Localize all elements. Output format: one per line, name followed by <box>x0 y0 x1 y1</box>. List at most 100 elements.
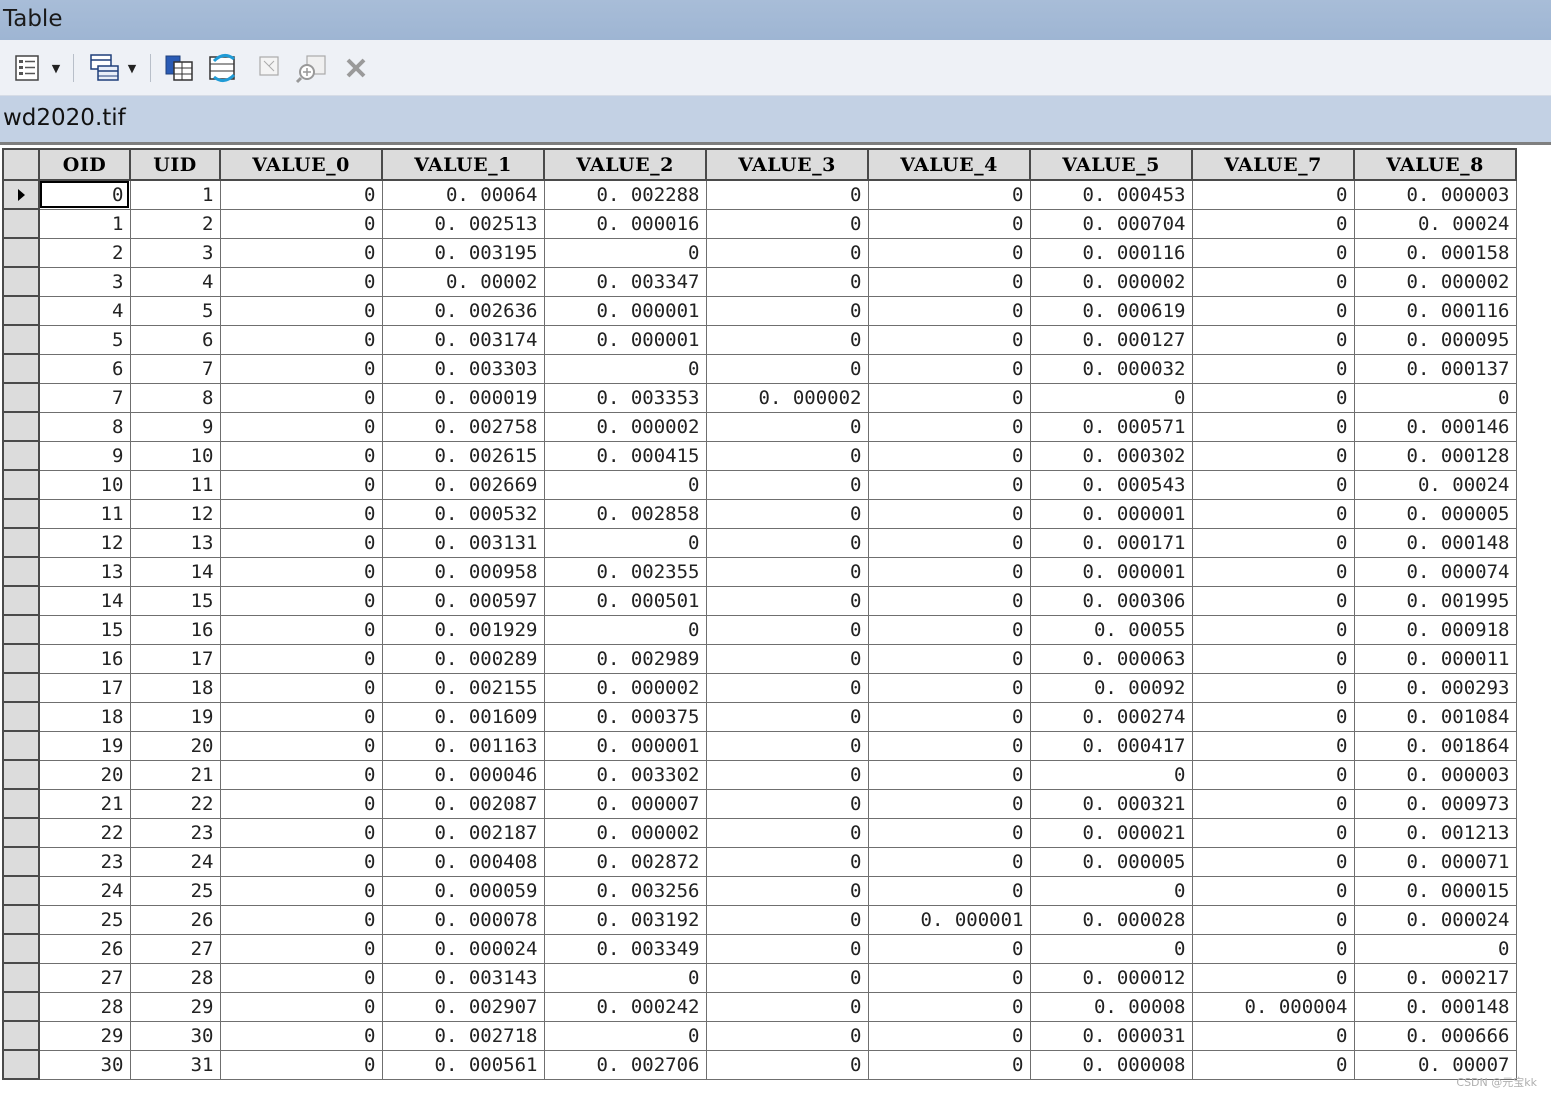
table-cell[interactable]: 0. 00064 <box>381 179 545 210</box>
table-cell[interactable]: 0 <box>705 846 869 877</box>
clear-selection-button[interactable] <box>252 50 286 86</box>
table-cell[interactable]: 0. 000001 <box>543 295 707 326</box>
table-cell[interactable]: 0. 000031 <box>1029 1020 1193 1051</box>
table-cell[interactable]: 0 <box>705 991 869 1022</box>
table-cell[interactable]: 10 <box>38 469 131 500</box>
table-row[interactable]: 23 24 0 0. 000408 0. 002872 0 0 0. 000005 0 0. 00… <box>2 846 1517 877</box>
table-cell[interactable]: 0. 000116 <box>1353 295 1517 326</box>
table-cell[interactable]: 0 <box>543 1020 707 1051</box>
table-cell[interactable]: 0. 002087 <box>381 788 545 819</box>
table-cell[interactable]: 0 <box>867 556 1031 587</box>
table-cell[interactable]: 0. 000002 <box>1353 266 1517 297</box>
table-cell[interactable]: 2 <box>129 208 221 239</box>
table-cell[interactable]: 0. 000019 <box>381 382 545 413</box>
table-cell[interactable]: 0 <box>705 179 869 210</box>
table-cell[interactable]: 0 <box>705 962 869 993</box>
table-cell[interactable]: 0. 002288 <box>543 179 707 210</box>
table-cell[interactable]: 0. 001163 <box>381 730 545 761</box>
table-cell[interactable]: 0 <box>1191 179 1355 210</box>
table-cell[interactable]: 0. 002636 <box>381 295 545 326</box>
table-cell[interactable]: 0. 000046 <box>381 759 545 790</box>
table-cell[interactable]: 0 <box>705 614 869 645</box>
table-cell[interactable]: 0. 000148 <box>1353 991 1517 1022</box>
table-row[interactable]: 8 9 0 0. 002758 0. 000002 0 0 0. 000571 0 0. 0001… <box>2 411 1517 442</box>
table-cell[interactable]: 0. 000242 <box>543 991 707 1022</box>
table-cell[interactable]: 0. 00024 <box>1353 208 1517 239</box>
column-header-oid[interactable]: OID <box>38 148 131 181</box>
table-cell[interactable]: 0. 000078 <box>381 904 545 935</box>
row-selector[interactable] <box>2 701 40 732</box>
table-cell[interactable]: 1 <box>38 208 131 239</box>
table-cell[interactable]: 0 <box>219 701 383 732</box>
zoom-to-selected-button[interactable] <box>292 50 332 86</box>
table-cell[interactable]: 0. 000001 <box>1029 556 1193 587</box>
table-cell[interactable]: 0 <box>705 469 869 500</box>
table-row[interactable]: 15 16 0 0. 001929 0 0 0 0. 00055 0 0. 000918 <box>2 614 1517 645</box>
table-cell[interactable]: 0. 000597 <box>381 585 545 616</box>
table-cell[interactable]: 28 <box>38 991 131 1022</box>
table-cell[interactable]: 0. 000127 <box>1029 324 1193 355</box>
table-cell[interactable]: 0 <box>867 179 1031 210</box>
table-cell[interactable]: 0. 000005 <box>1029 846 1193 877</box>
table-cell[interactable]: 0 <box>867 846 1031 877</box>
table-cell[interactable]: 20 <box>129 730 221 761</box>
row-selector[interactable] <box>2 179 40 210</box>
table-cell[interactable]: 1 <box>129 179 221 210</box>
column-header-value-7[interactable]: VALUE_7 <box>1191 148 1355 181</box>
table-cell[interactable]: 0 <box>1191 208 1355 239</box>
table-cell[interactable]: 0 <box>705 324 869 355</box>
table-cell[interactable]: 0. 000015 <box>1353 875 1517 906</box>
table-cell[interactable]: 0. 000001 <box>867 904 1031 935</box>
table-cell[interactable]: 0. 002718 <box>381 1020 545 1051</box>
column-header-value-1[interactable]: VALUE_1 <box>381 148 545 181</box>
table-row[interactable]: 14 15 0 0. 000597 0. 000501 0 0 0. 000306 0 0. 00… <box>2 585 1517 616</box>
table-cell[interactable]: 0 <box>1191 846 1355 877</box>
table-cell[interactable]: 0 <box>219 614 383 645</box>
table-cell[interactable]: 0. 000532 <box>381 498 545 529</box>
table-cell[interactable]: 0. 000321 <box>1029 788 1193 819</box>
table-cell[interactable]: 0 <box>867 614 1031 645</box>
table-cell[interactable]: 0. 000146 <box>1353 411 1517 442</box>
table-cell[interactable]: 0. 000158 <box>1353 237 1517 268</box>
row-selector[interactable] <box>2 846 40 877</box>
table-cell[interactable]: 0 <box>867 875 1031 906</box>
table-cell[interactable]: 0 <box>1191 904 1355 935</box>
table-cell[interactable]: 0. 000501 <box>543 585 707 616</box>
table-cell[interactable]: 0 <box>1191 614 1355 645</box>
table-cell[interactable]: 0 <box>1191 585 1355 616</box>
table-cell[interactable]: 0 <box>867 353 1031 384</box>
table-cell[interactable]: 0 <box>1191 295 1355 326</box>
row-selector[interactable] <box>2 237 40 268</box>
table-cell[interactable]: 18 <box>129 672 221 703</box>
table-cell[interactable]: 0 <box>867 1020 1031 1051</box>
table-cell[interactable]: 25 <box>38 904 131 935</box>
table-cell[interactable]: 3 <box>129 237 221 268</box>
table-row[interactable]: 25 26 0 0. 000078 0. 003192 0 0. 000001 0. 0000… <box>2 904 1517 935</box>
table-cell[interactable]: 0. 000063 <box>1029 643 1193 674</box>
table-cell[interactable]: 0. 002187 <box>381 817 545 848</box>
table-cell[interactable]: 0 <box>705 1049 869 1080</box>
table-cell[interactable]: 28 <box>129 962 221 993</box>
table-cell[interactable]: 0 <box>219 1020 383 1051</box>
table-cell[interactable]: 29 <box>38 1020 131 1051</box>
row-selector[interactable] <box>2 556 40 587</box>
table-cell[interactable]: 0 <box>219 440 383 471</box>
table-cell[interactable]: 0 <box>1353 933 1517 964</box>
table-cell[interactable]: 17 <box>38 672 131 703</box>
table-cell[interactable]: 0. 000543 <box>1029 469 1193 500</box>
table-cell[interactable]: 0 <box>867 295 1031 326</box>
table-cell[interactable]: 5 <box>38 324 131 355</box>
table-cell[interactable]: 6 <box>129 324 221 355</box>
table-cell[interactable]: 17 <box>129 643 221 674</box>
table-cell[interactable]: 0. 002706 <box>543 1049 707 1080</box>
table-cell[interactable]: 0 <box>219 382 383 413</box>
table-cell[interactable]: 9 <box>129 411 221 442</box>
table-cell[interactable]: 0. 002989 <box>543 643 707 674</box>
table-cell[interactable]: 0 <box>219 469 383 500</box>
row-selector[interactable] <box>2 817 40 848</box>
table-cell[interactable]: 21 <box>129 759 221 790</box>
table-cell[interactable]: 0 <box>219 788 383 819</box>
table-cell[interactable]: 0 <box>219 208 383 239</box>
table-cell[interactable]: 0 <box>1191 527 1355 558</box>
table-cell[interactable]: 0 <box>543 527 707 558</box>
